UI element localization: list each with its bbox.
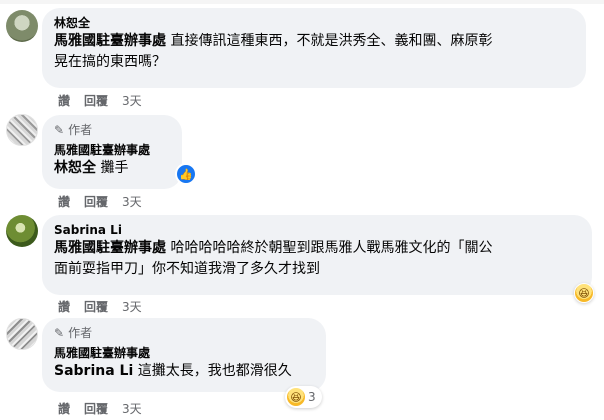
- mention-tag[interactable]: Sabrina Li: [54, 363, 133, 379]
- top-divider: [0, 0, 604, 4]
- haha-icon: 😆: [287, 388, 305, 406]
- avatar[interactable]: [6, 114, 38, 146]
- pencil-icon: ✎: [54, 326, 65, 340]
- comment-bubble: ✎ 作者 馬雅國駐臺辦事處 Sabrina Li 這攤太長，我也都滑很久: [42, 318, 326, 392]
- comment-actions: 讚 回覆 3天: [58, 92, 142, 109]
- comment-text: 林恕全 攤手: [54, 160, 129, 176]
- like-button[interactable]: 讚: [58, 92, 70, 109]
- comment-bubble: Sabrina Li 馬雅國駐臺辦事處 哈哈哈哈哈終於朝聖到跟馬雅人戰馬雅文化的…: [42, 215, 592, 295]
- avatar[interactable]: [6, 318, 38, 350]
- mention-tag[interactable]: 馬雅國駐臺辦事處: [54, 33, 166, 49]
- mention-tag[interactable]: 林恕全: [54, 160, 96, 176]
- comment-bubble: 林恕全 馬雅國駐臺辦事處 直接傳訊這種東西，不就是洪秀全、義和團、麻原彰 晃在搞…: [42, 8, 586, 88]
- like-button[interactable]: 讚: [58, 298, 70, 315]
- comment-author[interactable]: 馬雅國駐臺辦事處: [54, 345, 314, 361]
- haha-icon: 😆: [575, 284, 593, 302]
- mention-tag[interactable]: 馬雅國駐臺辦事處: [54, 240, 166, 256]
- comment-text: Sabrina Li 這攤太長，我也都滑很久: [54, 363, 292, 379]
- avatar[interactable]: [6, 215, 38, 247]
- comment-author[interactable]: 馬雅國駐臺辦事處: [54, 142, 170, 158]
- reaction-count: 3: [308, 390, 316, 404]
- comment-timestamp[interactable]: 3天: [122, 400, 142, 417]
- reply-button[interactable]: 回覆: [84, 92, 108, 109]
- comment-timestamp[interactable]: 3天: [122, 92, 142, 109]
- like-icon[interactable]: 👍: [175, 163, 197, 185]
- comment-author[interactable]: Sabrina Li: [54, 223, 580, 238]
- comment-actions: 讚 回覆 3天: [58, 400, 142, 417]
- pencil-icon: ✎: [54, 123, 65, 137]
- author-badge: ✎ 作者: [54, 123, 93, 137]
- comment-timestamp[interactable]: 3天: [122, 193, 142, 210]
- avatar[interactable]: [6, 10, 38, 42]
- comment-text: 馬雅國駐臺辦事處 直接傳訊這種東西，不就是洪秀全、義和團、麻原彰 晃在搞的東西嗎…: [54, 33, 493, 70]
- comment-actions: 讚 回覆 3天: [58, 298, 142, 315]
- like-button[interactable]: 讚: [58, 193, 70, 210]
- comment-actions: 讚 回覆 3天: [58, 193, 142, 210]
- comment-timestamp[interactable]: 3天: [122, 298, 142, 315]
- comment-bubble: ✎ 作者 馬雅國駐臺辦事處 林恕全 攤手: [42, 115, 182, 189]
- like-button[interactable]: 讚: [58, 400, 70, 417]
- reaction-summary[interactable]: 😆: [574, 283, 594, 303]
- reply-button[interactable]: 回覆: [84, 193, 108, 210]
- reaction-summary[interactable]: 😆 3: [285, 386, 322, 408]
- author-badge: ✎ 作者: [54, 326, 93, 340]
- comment-author[interactable]: 林恕全: [54, 16, 574, 31]
- comment-text: 馬雅國駐臺辦事處 哈哈哈哈哈終於朝聖到跟馬雅人戰馬雅文化的「關公 面前耍指甲刀」…: [54, 240, 493, 277]
- reply-button[interactable]: 回覆: [84, 298, 108, 315]
- reply-button[interactable]: 回覆: [84, 400, 108, 417]
